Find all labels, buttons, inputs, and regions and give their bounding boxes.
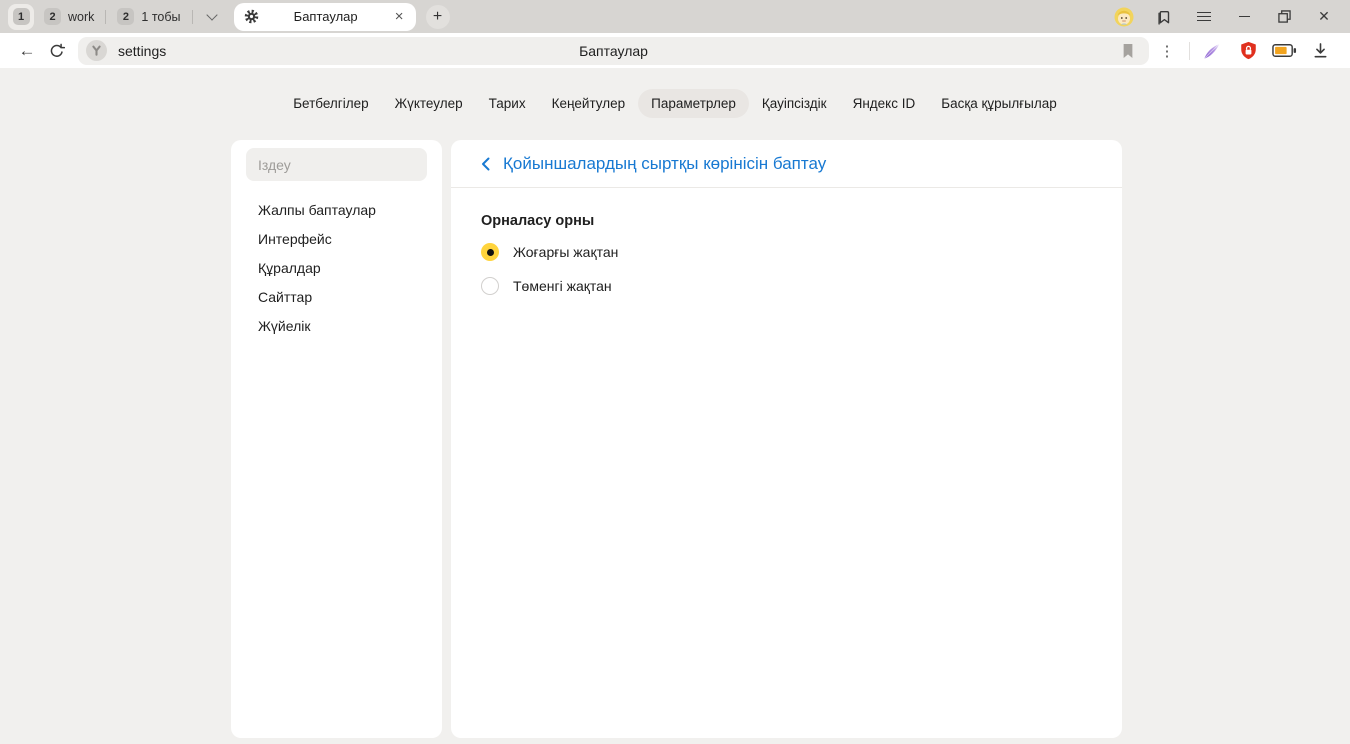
browser-tab-bar: 1 2 work 2 1 тобы Баптаулар × + [0,0,1350,33]
divider [1189,42,1190,60]
section-heading: Қойыншалардың сыртқы көрінісін баптау [503,154,826,174]
settings-nav-downloads[interactable]: Жүктеулер [382,89,476,118]
bookmark-icon[interactable] [1121,43,1141,59]
tab-group-work[interactable]: 2 work [36,4,102,30]
window-minimize-button[interactable] [1224,1,1264,33]
tabs-appearance-back-header[interactable]: Қойыншалардың сыртқы көрінісін баптау [451,140,1122,188]
side-panels-icon[interactable] [1144,1,1184,33]
tab-group-label: 1 тобы [141,10,180,24]
battery-icon[interactable] [1266,36,1302,66]
address-bar[interactable]: settings Баптаулар [78,37,1149,65]
radio-option-bottom[interactable]: Төменгі жақтан [481,275,1092,297]
overflow-menu-icon[interactable]: ⋮ [1149,36,1185,66]
settings-nav: Бетбелгілер Жүктеулер Тарих Кеңейтулер П… [0,89,1350,118]
divider [192,10,193,24]
quill-extension-icon[interactable] [1194,36,1230,66]
sidebar-item-sites[interactable]: Сайттар [231,283,442,312]
radio-selected-icon[interactable] [481,243,499,261]
gear-icon [244,9,259,24]
window-close-button[interactable]: ✕ [1304,1,1344,33]
tab-group-count-badge: 2 [117,8,134,25]
settings-nav-extensions[interactable]: Кеңейтулер [539,89,639,118]
tab-settings-active[interactable]: Баптаулар × [234,3,416,31]
tab-group-1-toby[interactable]: 2 1 тобы [109,4,188,30]
chevron-down-icon[interactable] [206,9,217,20]
divider [105,10,106,24]
search-input[interactable] [246,148,427,181]
menu-hamburger-icon[interactable] [1184,1,1224,33]
settings-nav-history[interactable]: Тарих [476,89,539,118]
settings-nav-bookmarks[interactable]: Бетбелгілер [280,89,381,118]
settings-nav-other-devices[interactable]: Басқа құрылғылар [928,89,1070,118]
radio-label: Жоғарғы жақтан [513,244,618,260]
settings-content: Қойыншалардың сыртқы көрінісін баптау Ор… [451,140,1122,738]
protect-shield-icon[interactable] [1230,36,1266,66]
page-title: Баптаулар [579,43,648,59]
back-icon[interactable]: ← [12,36,42,66]
radio-unselected-icon[interactable] [481,277,499,295]
window-restore-button[interactable] [1264,1,1304,33]
sidebar-item-general[interactable]: Жалпы баптаулар [231,196,442,225]
radio-option-top[interactable]: Жоғарғы жақтан [481,241,1092,263]
tab-group-collapsed[interactable]: 1 [8,4,34,30]
settings-nav-settings-active[interactable]: Параметрлер [638,89,749,118]
url-text: settings [118,43,166,59]
tab-close-icon[interactable]: × [393,9,406,24]
reload-icon[interactable] [42,36,72,66]
sidebar-items: Жалпы баптаулар Интерфейс Құралдар Сайтт… [231,196,442,341]
profile-avatar[interactable] [1104,1,1144,33]
new-tab-button[interactable]: + [426,5,450,29]
browser-toolbar: ← settings Баптаулар ⋮ [0,33,1350,68]
tab-group-count-badge: 2 [44,8,61,25]
settings-nav-yandex-id[interactable]: Яндекс ID [840,89,929,118]
placement-section-title: Орналасу орны [481,213,1092,229]
radio-label: Төменгі жақтан [513,278,612,294]
sidebar-item-tools[interactable]: Құралдар [231,254,442,283]
settings-sidebar: Жалпы баптаулар Интерфейс Құралдар Сайтт… [231,140,442,738]
tabbar-right-controls: ✕ [1104,1,1344,33]
back-chevron-icon [481,157,490,171]
tab-group-label: work [68,10,94,24]
yandex-site-badge-icon [86,40,107,61]
download-icon[interactable] [1302,36,1338,66]
sidebar-item-system[interactable]: Жүйелік [231,312,442,341]
tab-group-count-badge: 1 [13,8,30,25]
tab-title: Баптаулар [259,9,393,24]
sidebar-item-interface[interactable]: Интерфейс [231,225,442,254]
settings-nav-security[interactable]: Қауіпсіздік [749,89,840,118]
